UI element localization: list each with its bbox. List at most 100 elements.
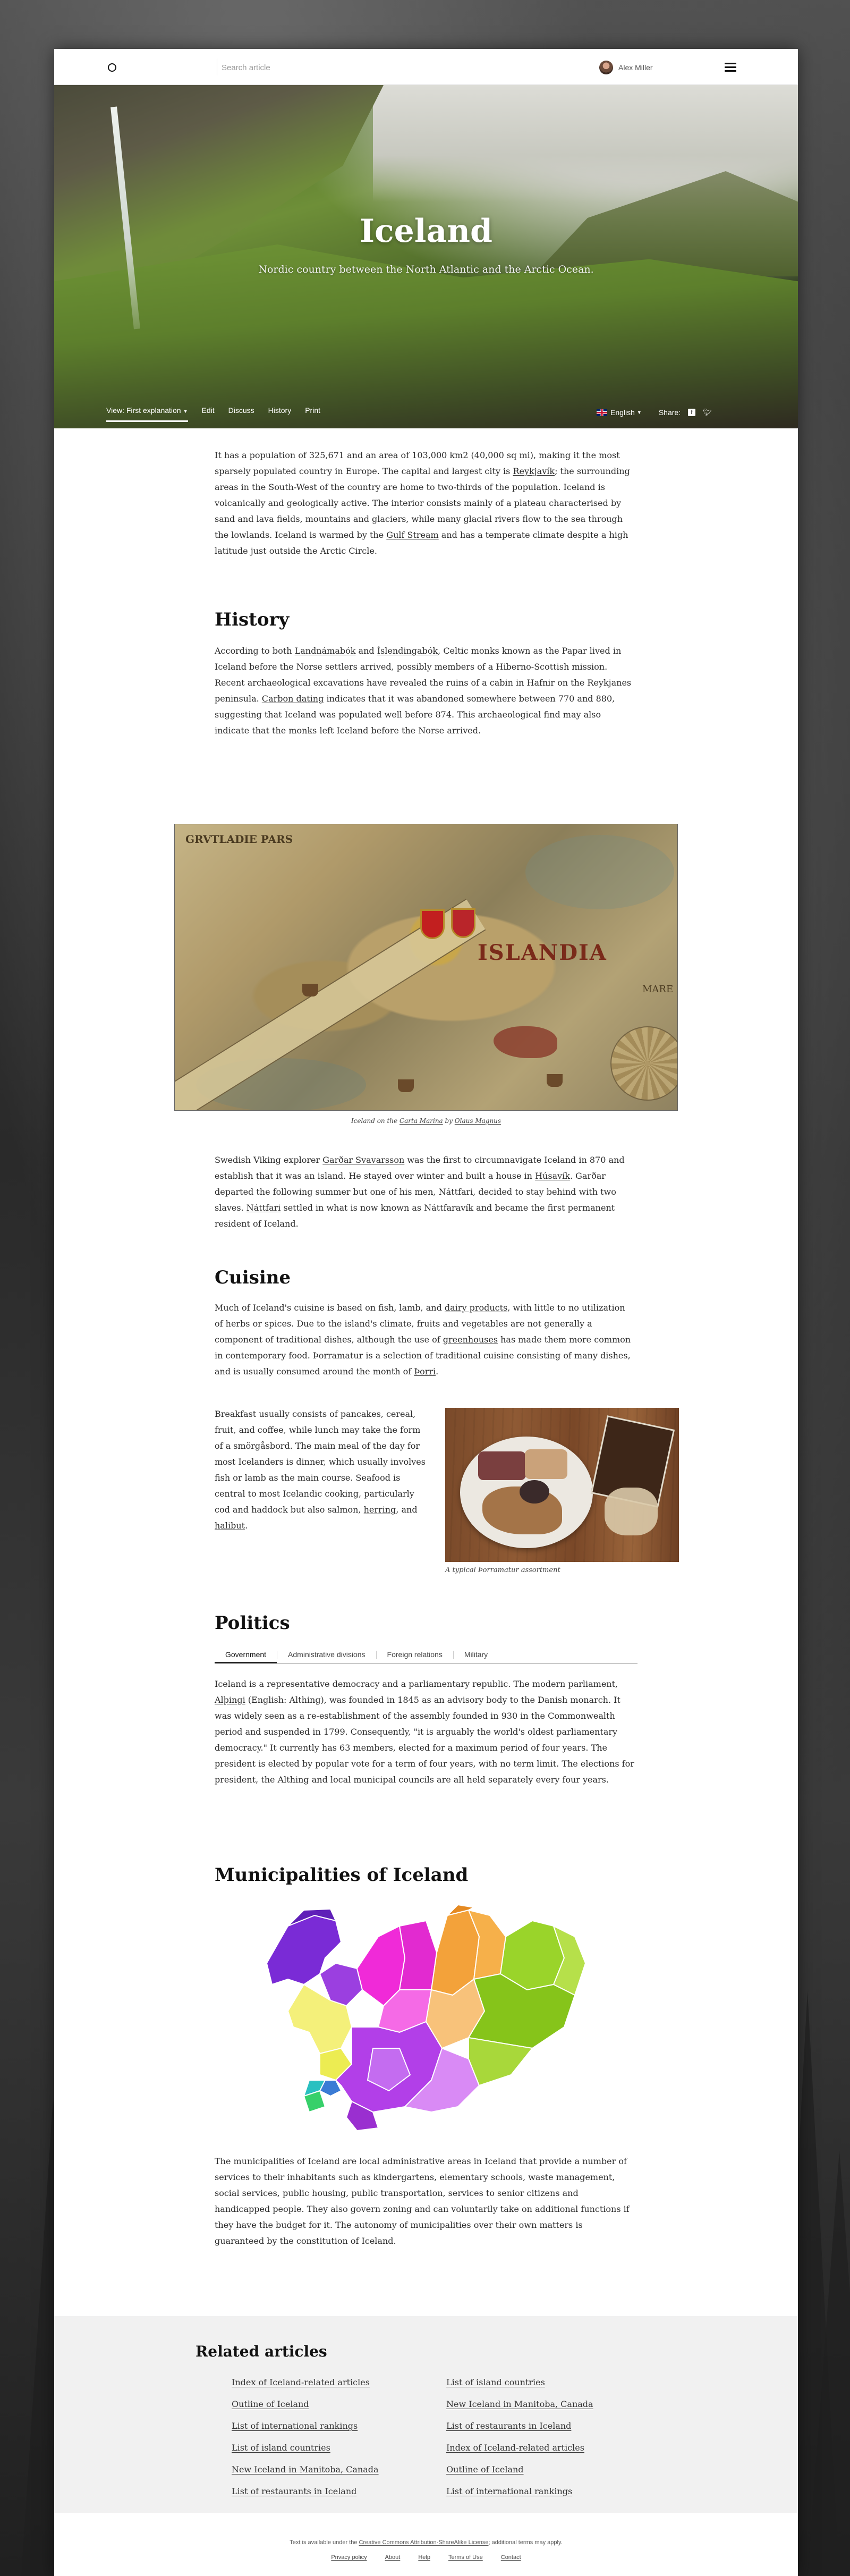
footer-link-help[interactable]: Help bbox=[418, 2554, 430, 2561]
politics-body: Iceland is a representative democracy an… bbox=[215, 1676, 634, 1788]
link-reykjavik[interactable]: Reykjavík bbox=[513, 466, 555, 476]
cuisine-paragraph-1: Much of Iceland's cuisine is based on fi… bbox=[215, 1303, 631, 1376]
related-list-right: List of island countries New Iceland in … bbox=[446, 2377, 593, 2497]
link-thorri[interactable]: Þorri bbox=[414, 1366, 436, 1376]
history-paragraph-2: Swedish Viking explorer Garðar Svavarsso… bbox=[215, 1155, 625, 1229]
tab-government[interactable]: Government bbox=[215, 1648, 277, 1663]
municipalities-map bbox=[266, 1905, 586, 2132]
politics-paragraph: Iceland is a representative democracy an… bbox=[215, 1679, 634, 1785]
link-greenhouses[interactable]: greenhouses bbox=[443, 1335, 498, 1345]
link-herring[interactable]: herring bbox=[364, 1505, 396, 1515]
coat-of-arms-icon bbox=[420, 909, 445, 939]
map-label: ISLANDIA bbox=[478, 940, 607, 965]
user-name: Alex Miller bbox=[618, 63, 653, 72]
page-subtitle: Nordic country between the North Atlanti… bbox=[258, 264, 594, 275]
map-region bbox=[398, 1920, 438, 1990]
intro-paragraph: It has a population of 325,671 and an ar… bbox=[215, 450, 630, 556]
link-gulf-stream[interactable]: Gulf Stream bbox=[386, 530, 438, 540]
politics-heading-block: Politics bbox=[215, 1612, 634, 1634]
link-landnamabok[interactable]: Landnámabók bbox=[295, 646, 356, 656]
tab-print[interactable]: Print bbox=[305, 406, 320, 422]
link-license[interactable]: Creative Commons Attribution-ShareAlike … bbox=[359, 2539, 489, 2546]
map-label: MARE bbox=[642, 984, 674, 995]
related-link[interactable]: New Iceland in Manitoba, Canada bbox=[446, 2398, 593, 2410]
tab-edit[interactable]: Edit bbox=[202, 406, 215, 422]
link-husavik[interactable]: Húsavík bbox=[535, 1171, 570, 1181]
footer-link-privacy[interactable]: Privacy policy bbox=[331, 2554, 367, 2561]
twitter-icon[interactable]: 🐦︎ bbox=[703, 408, 712, 417]
link-althingi[interactable]: Alþingi bbox=[215, 1695, 245, 1705]
view-explanation-label: View: First explanation bbox=[106, 406, 181, 415]
avatar bbox=[599, 61, 613, 74]
related-link[interactable]: Outline of Iceland bbox=[232, 2398, 379, 2410]
view-explanation-dropdown[interactable]: View: First explanation ▼ bbox=[106, 406, 188, 422]
facebook-icon[interactable]: f bbox=[688, 409, 696, 416]
uk-flag-icon bbox=[597, 409, 607, 416]
heading-cuisine: Cuisine bbox=[215, 1267, 291, 1288]
history-paragraph-2-block: Swedish Viking explorer Garðar Svavarsso… bbox=[215, 1152, 634, 1232]
cuisine-section: Cuisine Much of Iceland's cuisine is bas… bbox=[215, 1267, 634, 1380]
related-link[interactable]: List of island countries bbox=[232, 2442, 379, 2454]
footer-link-about[interactable]: About bbox=[385, 2554, 401, 2561]
carta-marina-image: GRVTLADIE PARS ISLANDIA MARE bbox=[174, 824, 678, 1111]
article-sheet: Alex Miller Iceland Nordic country betwe… bbox=[54, 49, 798, 2576]
link-nattfari[interactable]: Náttfari bbox=[246, 1203, 281, 1213]
link-dairy-products[interactable]: dairy products bbox=[445, 1303, 507, 1313]
heading-history: History bbox=[215, 609, 290, 630]
coat-of-arms-icon bbox=[451, 908, 475, 938]
footer-links: Privacy policy About Help Terms of Use C… bbox=[54, 2554, 798, 2561]
tab-administrative-divisions[interactable]: Administrative divisions bbox=[277, 1648, 376, 1663]
article-actions: View: First explanation ▼ Edit Discuss Hi… bbox=[106, 406, 320, 422]
related-link[interactable]: Index of Iceland-related articles bbox=[232, 2377, 379, 2388]
compass-rose-icon bbox=[610, 1026, 677, 1101]
caret-down-icon: ▼ bbox=[183, 409, 188, 414]
related-list-left: Index of Iceland-related articles Outlin… bbox=[232, 2377, 379, 2497]
link-carbon-dating[interactable]: Carbon dating bbox=[262, 694, 324, 704]
language-selector[interactable]: English ▼ bbox=[597, 408, 642, 417]
related-link[interactable]: List of restaurants in Iceland bbox=[232, 2486, 379, 2497]
related-articles-section: Related articles Index of Iceland-relate… bbox=[54, 2316, 798, 2513]
heading-politics: Politics bbox=[215, 1612, 290, 1634]
politics-tabs: Government Administrative divisions Fore… bbox=[215, 1648, 638, 1663]
hero-tools: English ▼ Share: f 🐦︎ bbox=[597, 406, 712, 419]
footer-link-terms[interactable]: Terms of Use bbox=[448, 2554, 483, 2561]
image-caption: A typical Þorramatur assortment bbox=[445, 1566, 560, 1574]
tab-discuss[interactable]: Discuss bbox=[228, 406, 254, 422]
heading-municipalities: Municipalities of Iceland bbox=[215, 1864, 469, 1886]
tab-foreign-relations[interactable]: Foreign relations bbox=[377, 1648, 453, 1663]
related-link[interactable]: List of island countries bbox=[446, 2377, 593, 2388]
top-bar: Alex Miller bbox=[54, 49, 798, 85]
footer: Text is available under the Creative Com… bbox=[54, 2513, 798, 2576]
related-link[interactable]: Index of Iceland-related articles bbox=[446, 2442, 593, 2454]
history-paragraph-1: According to both Landnámabók and Íslend… bbox=[215, 646, 632, 736]
footer-link-contact[interactable]: Contact bbox=[501, 2554, 521, 2561]
related-link[interactable]: New Iceland in Manitoba, Canada bbox=[232, 2464, 379, 2476]
municipalities-body: The municipalities of Iceland are local … bbox=[215, 2153, 634, 2249]
heading-related-articles: Related articles bbox=[196, 2343, 327, 2360]
related-link[interactable]: List of restaurants in Iceland bbox=[446, 2420, 593, 2432]
link-halibut[interactable]: halibut bbox=[215, 1521, 245, 1531]
history-section: History According to both Landnámabók an… bbox=[215, 609, 634, 739]
caret-down-icon: ▼ bbox=[636, 410, 642, 415]
related-link[interactable]: List of international rankings bbox=[446, 2486, 593, 2497]
share-label: Share: bbox=[658, 408, 681, 417]
cuisine-paragraph-2-block: Breakfast usually consists of pancakes, … bbox=[215, 1406, 427, 1534]
hero-banner: Iceland Nordic country between the North… bbox=[54, 85, 798, 428]
language-label: English bbox=[610, 408, 635, 417]
thorramatur-figure: A typical Þorramatur assortment bbox=[445, 1408, 679, 1574]
site-logo-icon[interactable] bbox=[108, 63, 116, 72]
tab-history[interactable]: History bbox=[268, 406, 292, 422]
hamburger-menu-icon[interactable] bbox=[725, 63, 736, 72]
cuisine-paragraph-2: Breakfast usually consists of pancakes, … bbox=[215, 1409, 426, 1531]
link-carta-marina[interactable]: Carta Marina bbox=[400, 1117, 443, 1125]
municipalities-heading-block: Municipalities of Iceland bbox=[215, 1864, 634, 1886]
link-islendingabok[interactable]: Íslendingabók bbox=[377, 646, 438, 656]
link-olaus-magnus[interactable]: Olaus Magnus bbox=[455, 1117, 501, 1125]
related-link[interactable]: List of international rankings bbox=[232, 2420, 379, 2432]
map-label: GRVTLADIE PARS bbox=[185, 833, 293, 846]
tab-military[interactable]: Military bbox=[454, 1648, 498, 1663]
link-gardar-svavarsson[interactable]: Garðar Svavarsson bbox=[322, 1155, 404, 1165]
user-menu[interactable]: Alex Miller bbox=[599, 61, 653, 74]
related-link[interactable]: Outline of Iceland bbox=[446, 2464, 593, 2476]
search-input[interactable] bbox=[222, 61, 445, 74]
